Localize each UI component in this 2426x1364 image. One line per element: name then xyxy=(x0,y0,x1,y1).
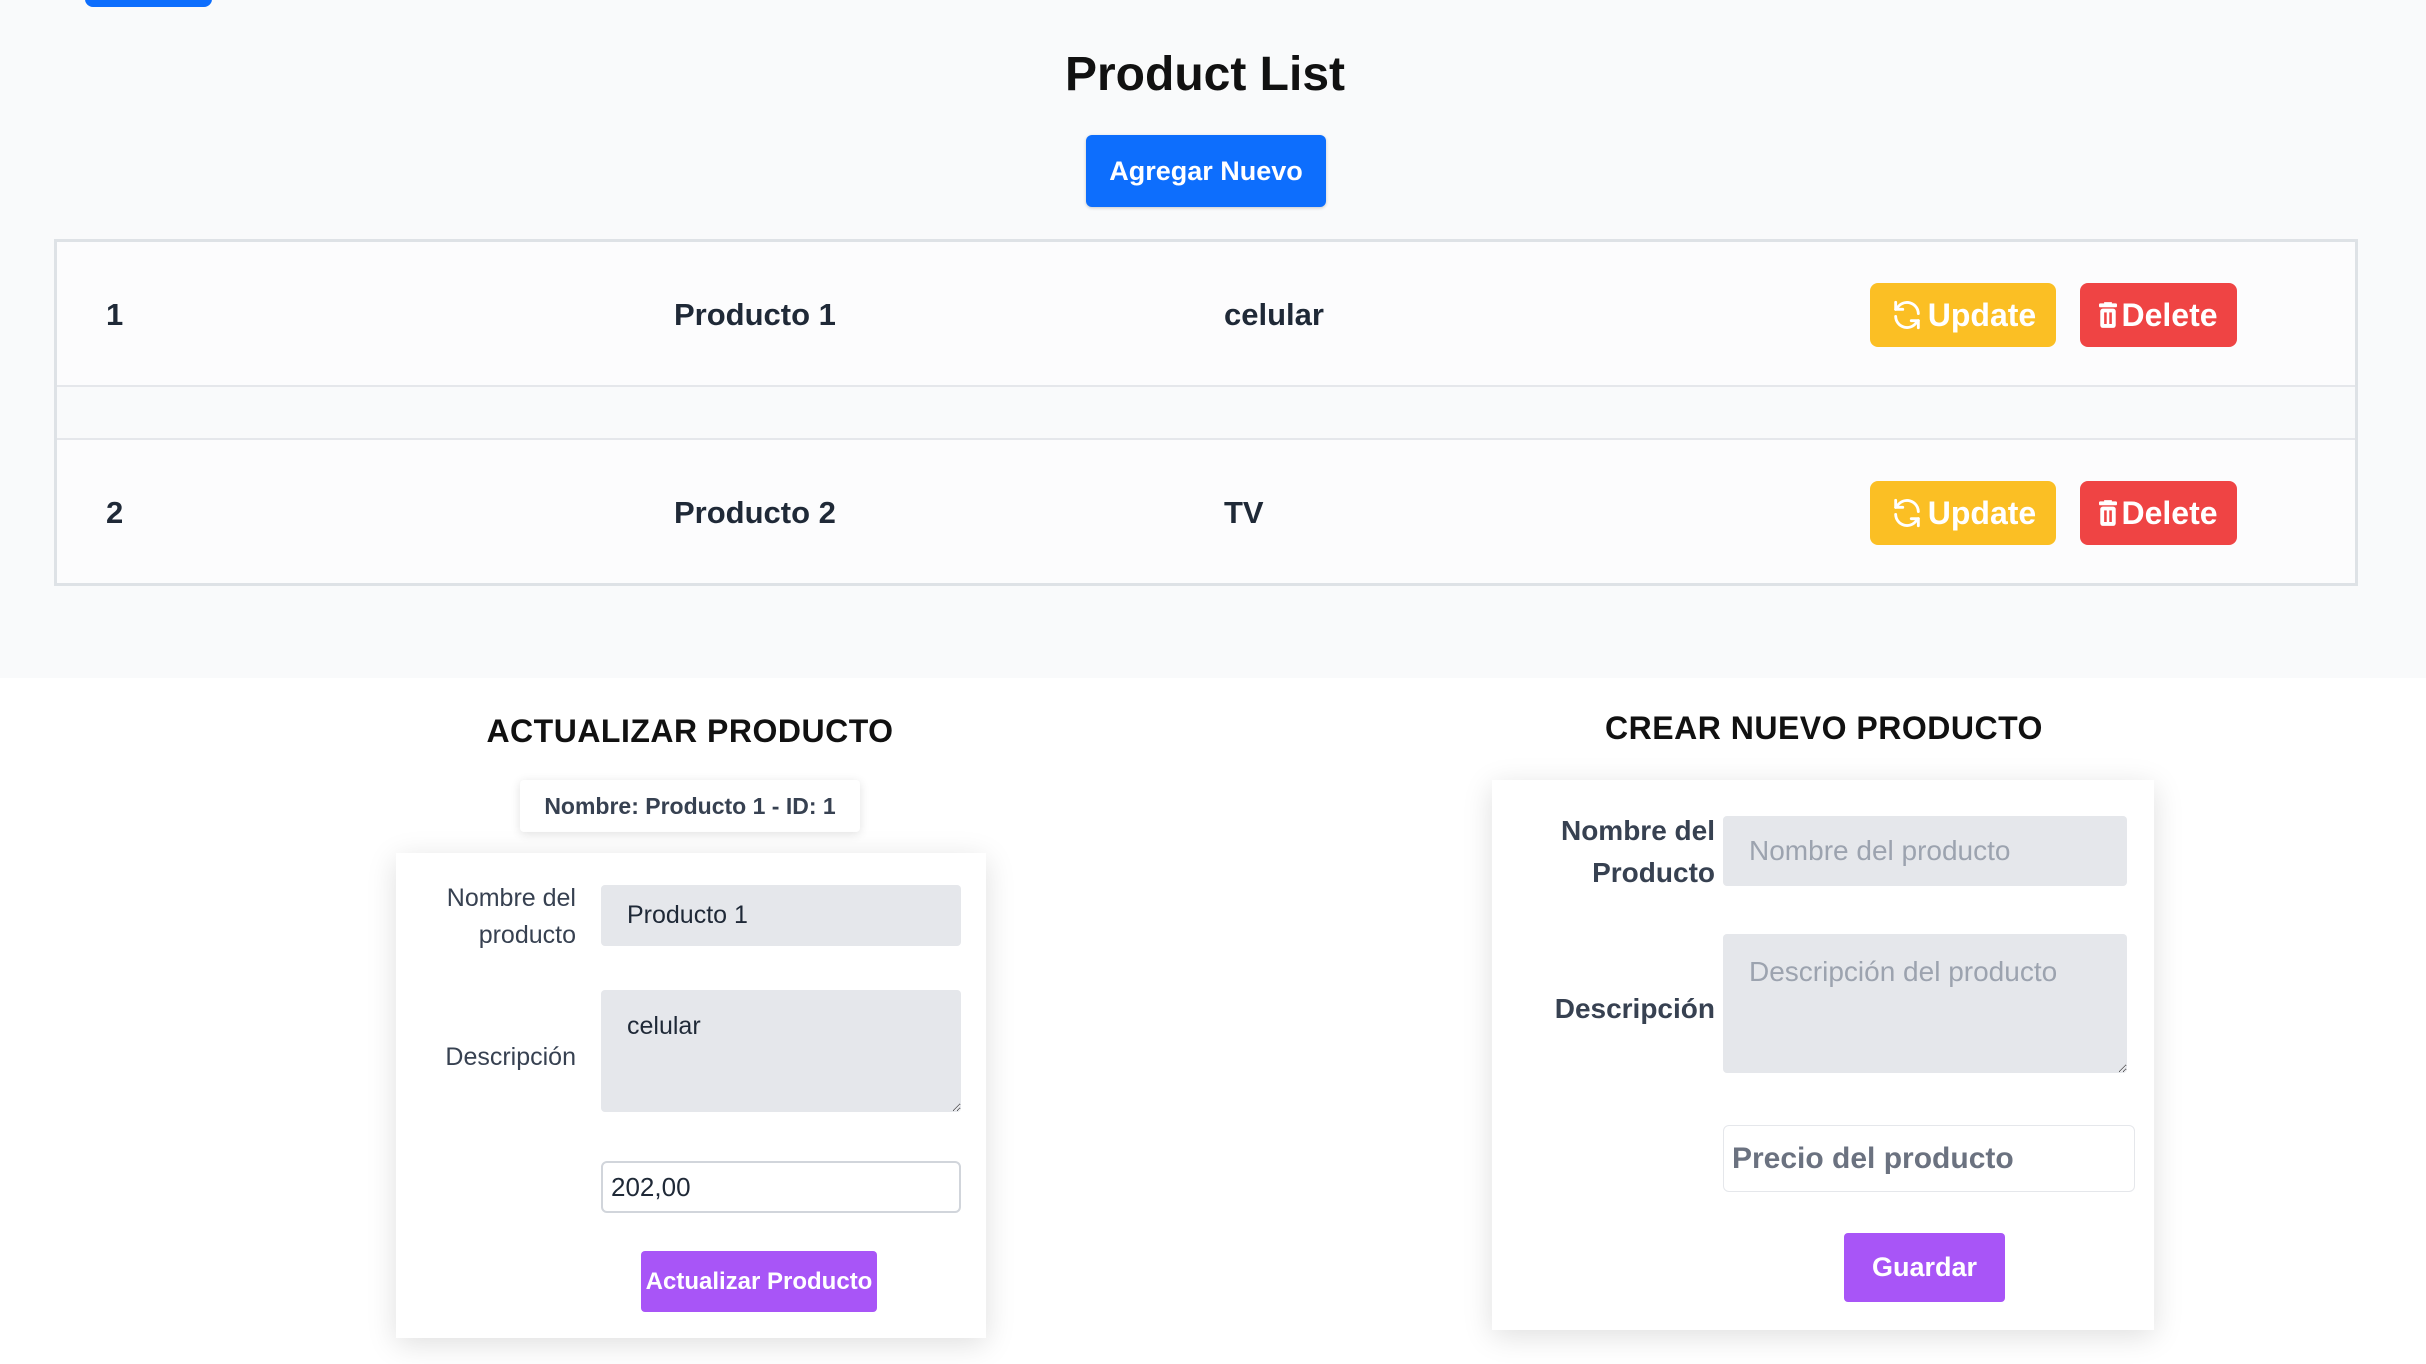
trash-icon xyxy=(2099,302,2118,328)
delete-button-label: Delete xyxy=(2121,296,2218,333)
update-button-label: Update xyxy=(1927,296,2037,333)
product-name: Producto 2 xyxy=(674,495,836,530)
add-new-button[interactable]: Agregar Nuevo xyxy=(1086,135,1326,207)
top-nav-button-partial[interactable] xyxy=(85,0,212,7)
delete-button-label: Delete xyxy=(2121,494,2218,531)
delete-button[interactable]: Delete xyxy=(2080,481,2237,545)
name-field[interactable] xyxy=(601,885,961,946)
product-description: TV xyxy=(1224,495,1264,530)
table-row: 1 Producto 1 celular Update Delete xyxy=(57,242,2355,387)
update-product-form: Nombre del producto Descripción celular … xyxy=(396,853,986,1338)
update-button[interactable]: Update xyxy=(1870,283,2056,347)
table-row: 2 Producto 2 TV Update Delete xyxy=(57,438,2355,583)
create-product-form: Nombre del Producto Descripción Guardar xyxy=(1492,780,2154,1330)
name-label: Nombre del Producto xyxy=(1560,815,1715,888)
update-button[interactable]: Update xyxy=(1870,481,2056,545)
product-list-section: Product List Agregar Nuevo 1 Producto 1 … xyxy=(0,0,2426,678)
description-field[interactable] xyxy=(1723,934,2127,1073)
product-id: 1 xyxy=(106,297,124,332)
refresh-icon xyxy=(1890,496,1924,530)
delete-button[interactable]: Delete xyxy=(2080,283,2237,347)
name-field[interactable] xyxy=(1723,816,2127,886)
name-label: Nombre del producto xyxy=(446,884,576,949)
selected-product-badge: Nombre: Producto 1 - ID: 1 xyxy=(520,780,860,832)
description-label: Descripción xyxy=(1554,993,1715,1024)
price-field[interactable] xyxy=(601,1161,961,1213)
description-field[interactable]: celular xyxy=(601,990,961,1112)
refresh-icon xyxy=(1890,298,1924,332)
update-button-label: Update xyxy=(1927,494,2037,531)
product-description: celular xyxy=(1224,297,1324,332)
create-form-title: CREAR NUEVO PRODUCTO xyxy=(1605,710,2043,746)
price-field[interactable] xyxy=(1723,1125,2135,1192)
product-name: Producto 1 xyxy=(674,297,836,332)
page-title: Product List xyxy=(1064,48,1345,101)
trash-icon xyxy=(2099,500,2118,526)
product-id: 2 xyxy=(106,495,124,530)
update-form-title: ACTUALIZAR PRODUCTO xyxy=(486,713,894,749)
product-table: 1 Producto 1 celular Update Delete 2 Pro… xyxy=(54,239,2358,586)
save-button[interactable]: Guardar xyxy=(1844,1233,2005,1302)
description-label: Descripción xyxy=(445,1043,576,1071)
update-product-button[interactable]: Actualizar Producto xyxy=(641,1251,877,1312)
